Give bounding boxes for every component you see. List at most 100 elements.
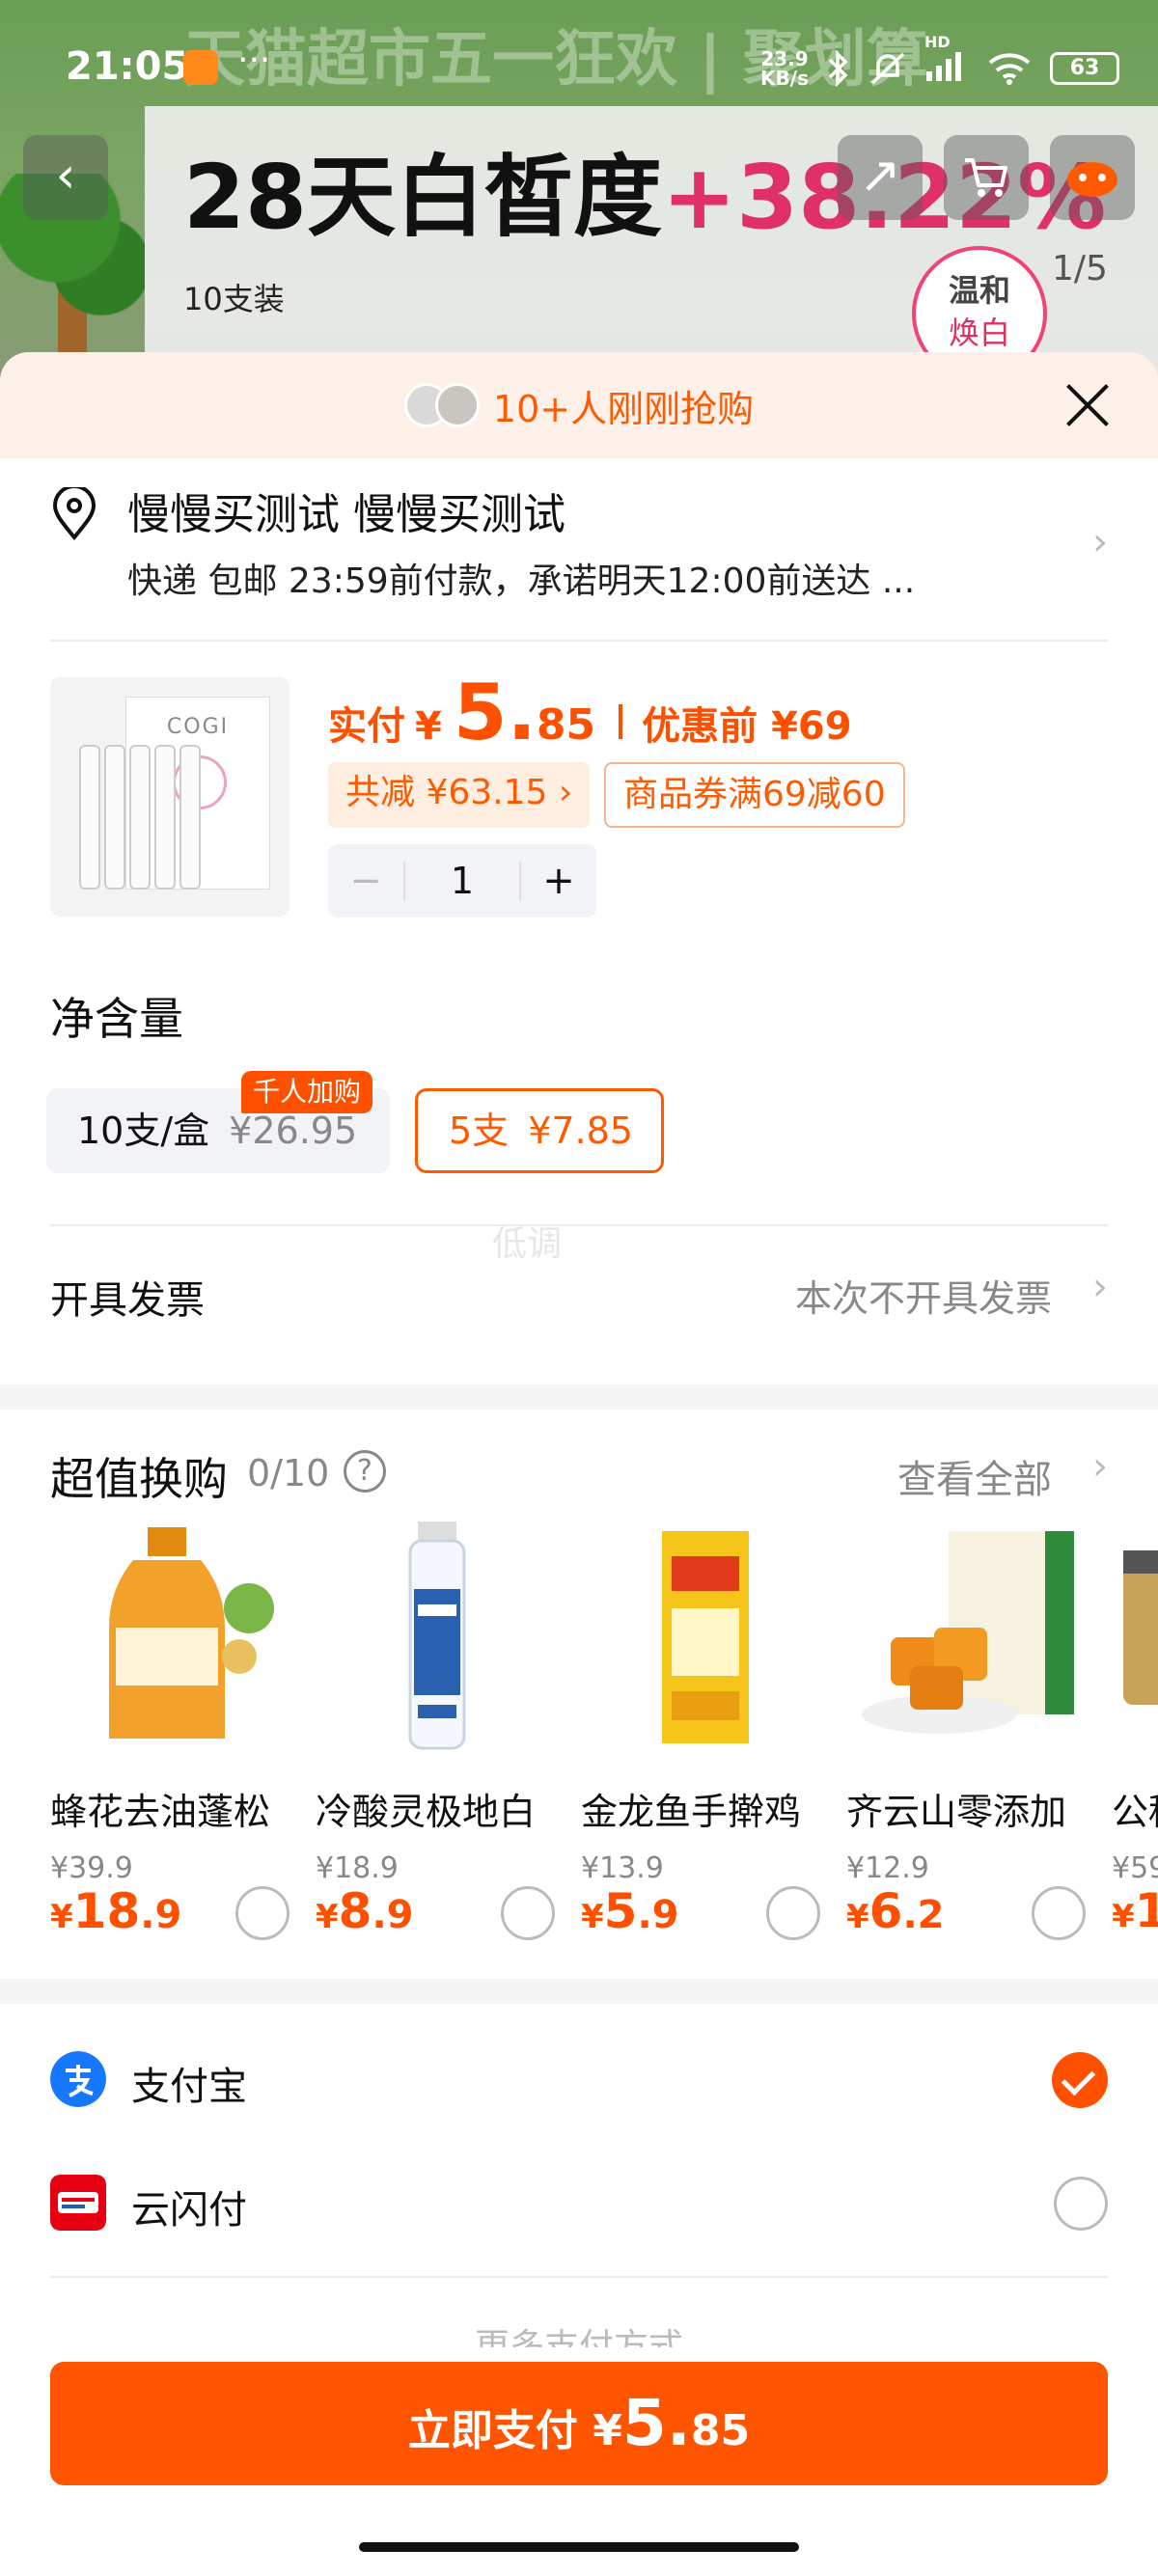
watermark-text: 低调 — [492, 1224, 563, 1264]
jar-image — [1123, 1550, 1158, 1705]
cart-button[interactable] — [944, 135, 1029, 220]
purchase-notice-text: 10+人刚刚抢购 — [492, 387, 755, 430]
increase-button[interactable]: + — [521, 859, 596, 903]
avatar — [434, 383, 480, 427]
exchange-item-price: ¥8.9 — [316, 1883, 414, 1939]
exchange-item-price: ¥18.9 — [50, 1883, 182, 1939]
pack-size-tag: 10支装 — [183, 281, 285, 317]
shampoo-bottle-image — [109, 1527, 274, 1739]
price-separator — [619, 704, 623, 739]
exchange-item[interactable]: 金龙鱼手擀鸡 ¥13.9 ¥5.9 — [581, 1521, 832, 1940]
exchange-item-name: 蜂花去油蓬松 — [50, 1791, 271, 1833]
payment-method-unionpay[interactable]: 云闪付 — [50, 2161, 1108, 2248]
vial-image — [129, 745, 151, 890]
section-gap — [0, 1979, 1158, 2004]
vial-image — [104, 745, 125, 890]
payment-method-alipay[interactable]: 支付宝 — [50, 2038, 1108, 2124]
exchange-item-radio[interactable] — [235, 1886, 290, 1940]
exchange-item-radio[interactable] — [766, 1886, 820, 1940]
exchange-item-orig-price: ¥12.9 — [846, 1851, 929, 1885]
payment-label: 支付宝 — [131, 2065, 247, 2109]
status-time: 21:05 — [66, 44, 189, 89]
checkout-sheet: 10+人刚刚抢购 慢慢买测试 慢慢买测试 快递 包邮 23:59前付款，承诺明天… — [0, 352, 1158, 2576]
more-notifications-icon: ··· — [237, 41, 271, 80]
exchange-item[interactable]: 齐云山零添加 ¥12.9 ¥6.2 — [846, 1521, 1097, 1940]
signal-icon: HD — [924, 33, 969, 88]
price-row: 实付 ¥ 5. 85 优惠前 ¥69 — [328, 668, 852, 757]
more-button[interactable] — [1050, 135, 1135, 220]
product-logo: COGI — [166, 715, 230, 739]
alipay-icon — [50, 2051, 106, 2107]
vial-image — [79, 745, 100, 890]
status-bar: 21:05 ··· 23.9 KB/s HD 63 — [0, 0, 1158, 135]
exchange-item-orig-price: ¥13.9 — [581, 1851, 664, 1885]
exchange-item-orig-price: ¥39.9 — [50, 1851, 133, 1885]
delivery-promise: 快递 包邮 23:59前付款，承诺明天12:00前送达 ... — [127, 562, 916, 601]
quantity-value[interactable]: 1 — [403, 862, 521, 900]
wifi-icon — [988, 52, 1031, 85]
exchange-title: 超值换购 — [50, 1453, 228, 1505]
exchange-item-name: 冷酸灵极地白 — [316, 1791, 537, 1833]
exchange-item-price: ¥5.9 — [581, 1883, 679, 1939]
purchase-notice-bar: 10+人刚刚抢购 — [0, 352, 1158, 458]
exchange-item[interactable]: 公積 ¥59 ¥1 — [1112, 1521, 1158, 1927]
share-button[interactable]: ↗ — [838, 135, 923, 220]
address-section[interactable]: 慢慢买测试 慢慢买测试 快递 包邮 23:59前付款，承诺明天12:00前送达 … — [50, 480, 1108, 607]
home-indicator[interactable] — [359, 2542, 799, 2552]
spec-option-name: 5支 — [449, 1110, 510, 1152]
pay-label: 实付 — [328, 704, 405, 749]
price-decimal: 85 — [536, 700, 596, 750]
payment-label: 云闪付 — [131, 2188, 247, 2233]
pay-now-button[interactable]: 立即支付 ¥5.85 — [50, 2362, 1108, 2485]
selected-check-icon[interactable] — [1052, 2052, 1108, 2108]
vial-image — [179, 745, 201, 890]
chevron-right-icon: › — [1092, 1444, 1108, 1489]
spec-option-price: ¥7.85 — [528, 1110, 633, 1152]
help-icon[interactable]: ? — [344, 1450, 386, 1493]
jujube-cake-image — [862, 1531, 1074, 1734]
popular-tag: 千人加购 — [241, 1071, 373, 1113]
battery-indicator: 63 — [1050, 51, 1119, 85]
exchange-item-orig-price: ¥59 — [1112, 1851, 1158, 1885]
more-payment-methods-link[interactable]: 更多支付方式 — [0, 2318, 1158, 2347]
exchange-item-price: ¥6.2 — [846, 1883, 945, 1939]
close-icon[interactable] — [1063, 381, 1112, 429]
original-price: 优惠前 ¥69 — [642, 704, 852, 749]
divider — [50, 640, 1108, 642]
exchange-item-orig-price: ¥18.9 — [316, 1851, 399, 1885]
exchange-item[interactable]: 蜂花去油蓬松 ¥39.9 ¥18.9 — [50, 1521, 301, 1940]
spec-option-5-pack[interactable]: 5支 ¥7.85 — [415, 1088, 664, 1173]
spec-option-name: 10支/盒 — [77, 1110, 210, 1152]
price-integer: 5. — [453, 668, 537, 757]
exchange-count: 0/10 — [247, 1452, 330, 1494]
product-thumbnail: COGI — [50, 677, 290, 917]
exchange-item[interactable]: 冷酸灵极地白 ¥18.9 ¥8.9 — [316, 1521, 566, 1940]
divider — [50, 1224, 1108, 1226]
vial-image — [154, 745, 176, 890]
buyer-avatars — [403, 383, 480, 427]
chevron-right-icon: › — [1092, 520, 1108, 564]
discount-detail-chip[interactable]: 共减 ¥63.15 › — [328, 762, 591, 828]
exchange-item-name: 齐云山零添加 — [846, 1791, 1067, 1833]
divider — [50, 2276, 1108, 2278]
exchange-item-name: 金龙鱼手擀鸡 — [581, 1791, 802, 1833]
quantity-stepper: − 1 + — [328, 844, 596, 918]
recipient-name: 慢慢买测试 慢慢买测试 — [127, 490, 565, 539]
network-speed: 23.9 KB/s — [760, 46, 809, 90]
bluetooth-icon — [828, 49, 848, 87]
exchange-item-radio[interactable] — [501, 1886, 555, 1940]
view-all-link[interactable]: 查看全部 — [897, 1448, 1052, 1504]
back-button[interactable]: ‹ — [23, 135, 108, 220]
cart-icon — [965, 158, 1007, 197]
exchange-item-radio[interactable] — [1032, 1886, 1086, 1940]
unselected-radio[interactable] — [1054, 2177, 1108, 2231]
status-icons: 23.9 KB/s HD 63 — [760, 33, 1119, 90]
spec-option-price: ¥26.95 — [229, 1110, 358, 1152]
invoice-value[interactable]: 本次不开具发票 — [795, 1269, 1052, 1322]
currency-symbol: ¥ — [415, 704, 442, 749]
decrease-button[interactable]: − — [328, 859, 403, 903]
mascot-icon — [1067, 162, 1117, 197]
share-icon: ↗ — [859, 147, 901, 205]
exchange-item-name: 公積 — [1112, 1791, 1158, 1833]
app-notification-icon — [183, 50, 218, 85]
